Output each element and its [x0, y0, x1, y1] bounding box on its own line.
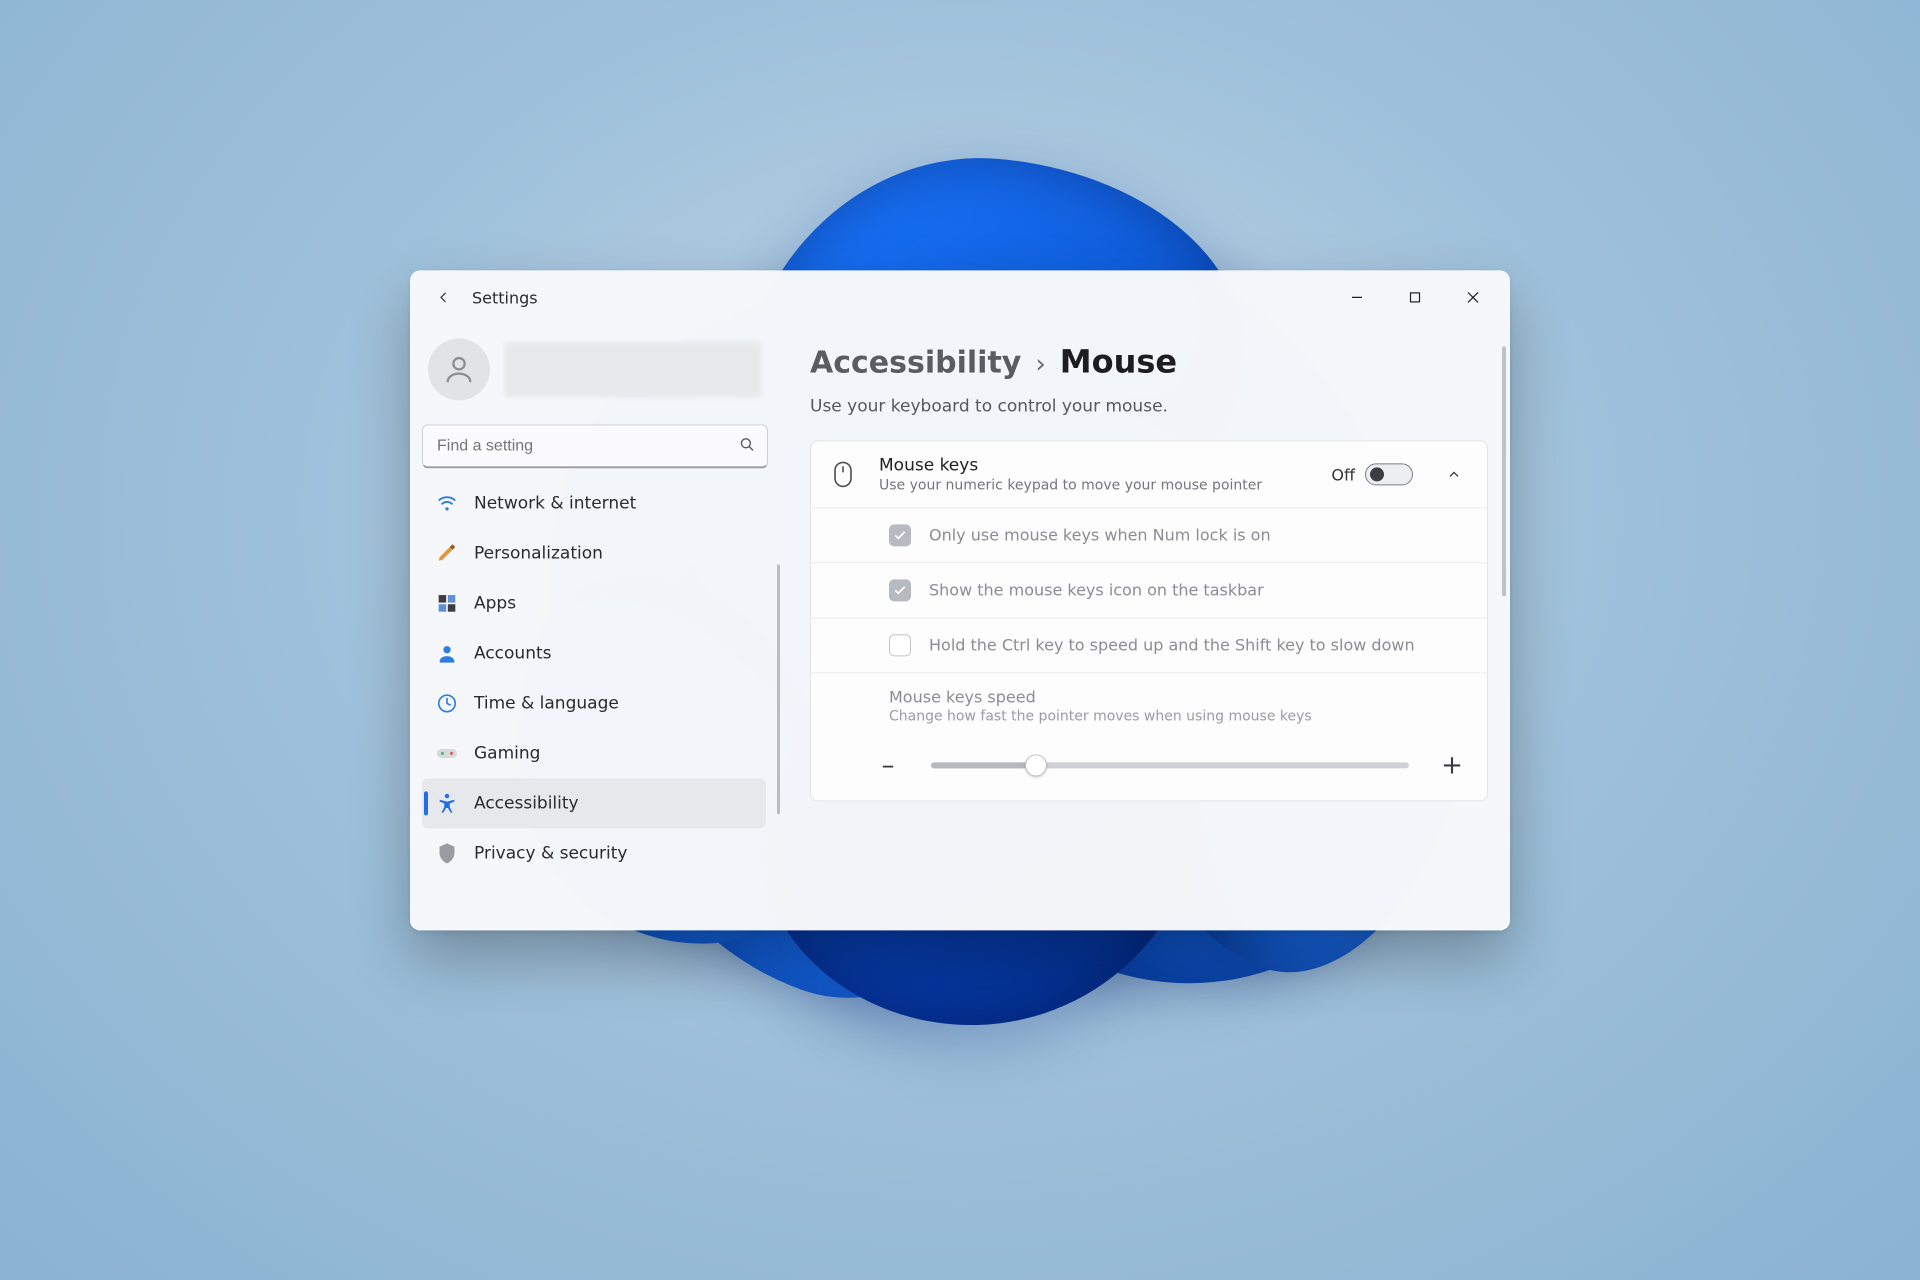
- maximize-button[interactable]: [1386, 275, 1444, 319]
- search-input[interactable]: [422, 424, 768, 468]
- arrow-left-icon: [435, 288, 453, 306]
- sidebar-item-personalization[interactable]: Personalization: [422, 528, 766, 578]
- speed-description: Change how fast the pointer moves when u…: [889, 708, 1469, 724]
- toggle-state-label: Off: [1331, 465, 1355, 484]
- speed-title: Mouse keys speed: [889, 687, 1469, 706]
- slider-fill: [931, 762, 1036, 768]
- mouse-keys-speed-block: Mouse keys speed Change how fast the poi…: [811, 673, 1487, 730]
- sidebar-item-label: Accessibility: [474, 793, 579, 813]
- account-icon: [436, 642, 458, 664]
- mouse-icon: [829, 460, 857, 488]
- close-button[interactable]: [1444, 275, 1502, 319]
- mouse-keys-title: Mouse keys: [879, 455, 1309, 475]
- minimize-icon: [1351, 291, 1363, 303]
- option-taskbar-icon-row[interactable]: Show the mouse keys icon on the taskbar: [811, 563, 1487, 618]
- option-label: Show the mouse keys icon on the taskbar: [929, 579, 1469, 601]
- sidebar-item-label: Accounts: [474, 643, 552, 663]
- checkbox-taskbar-icon[interactable]: [889, 579, 911, 601]
- maximize-icon: [1409, 291, 1421, 303]
- titlebar: Settings: [410, 270, 1510, 324]
- collapse-button[interactable]: [1439, 459, 1469, 489]
- chevron-up-icon: [1446, 466, 1462, 482]
- shield-icon: [436, 842, 458, 864]
- paintbrush-icon: [436, 542, 458, 564]
- sidebar-item-label: Network & internet: [474, 493, 636, 513]
- sidebar-item-accessibility[interactable]: Accessibility: [422, 778, 766, 828]
- sidebar-item-network[interactable]: Network & internet: [422, 478, 766, 528]
- content-pane: Accessibility › Mouse Use your keyboard …: [780, 324, 1510, 930]
- option-label: Only use mouse keys when Num lock is on: [929, 524, 1469, 546]
- speed-decrease-button[interactable]: –: [871, 748, 905, 782]
- sidebar-item-accounts[interactable]: Accounts: [422, 628, 766, 678]
- gamepad-icon: [436, 742, 458, 764]
- chevron-right-icon: ›: [1035, 349, 1045, 379]
- clock-globe-icon: [436, 692, 458, 714]
- mouse-keys-card: Mouse keys Use your numeric keypad to mo…: [810, 440, 1488, 801]
- option-ctrl-shift-row[interactable]: Hold the Ctrl key to speed up and the Sh…: [811, 618, 1487, 673]
- checkbox-numlock[interactable]: [889, 524, 911, 546]
- slider-thumb[interactable]: [1025, 754, 1047, 776]
- sidebar-item-privacy[interactable]: Privacy & security: [422, 828, 766, 878]
- checkbox-ctrl-shift[interactable]: [889, 634, 911, 656]
- person-icon: [442, 352, 476, 386]
- sidebar: Network & internet Personalization Apps: [410, 324, 780, 930]
- page-title: Mouse: [1060, 342, 1177, 380]
- speed-slider-row: – +: [811, 730, 1487, 800]
- wifi-icon: [436, 492, 458, 514]
- minimize-button[interactable]: [1328, 275, 1386, 319]
- content-scrollbar[interactable]: [1502, 346, 1506, 596]
- search-icon: [738, 435, 756, 457]
- speed-increase-button[interactable]: +: [1435, 748, 1469, 782]
- sidebar-item-label: Gaming: [474, 743, 540, 763]
- option-numlock-row[interactable]: Only use mouse keys when Num lock is on: [811, 508, 1487, 563]
- back-button[interactable]: [426, 279, 462, 315]
- sidebar-item-label: Personalization: [474, 543, 603, 563]
- settings-window: Settings: [410, 270, 1510, 930]
- breadcrumb: Accessibility › Mouse: [810, 342, 1488, 380]
- mouse-keys-description: Use your numeric keypad to move your mou…: [879, 477, 1309, 493]
- sidebar-item-time-language[interactable]: Time & language: [422, 678, 766, 728]
- nav-list[interactable]: Network & internet Personalization Apps: [422, 478, 768, 930]
- sidebar-item-label: Apps: [474, 593, 516, 613]
- account-name-redacted: [504, 341, 762, 397]
- breadcrumb-parent[interactable]: Accessibility: [810, 345, 1021, 380]
- speed-slider[interactable]: [931, 762, 1409, 768]
- option-label: Hold the Ctrl key to speed up and the Sh…: [929, 634, 1469, 656]
- sidebar-item-gaming[interactable]: Gaming: [422, 728, 766, 778]
- sidebar-item-label: Time & language: [474, 693, 619, 713]
- search-container: [422, 424, 768, 468]
- account-header[interactable]: [422, 332, 768, 418]
- mouse-keys-header[interactable]: Mouse keys Use your numeric keypad to mo…: [811, 441, 1487, 508]
- page-subtitle: Use your keyboard to control your mouse.: [810, 396, 1488, 416]
- sidebar-item-label: Privacy & security: [474, 843, 628, 863]
- close-icon: [1467, 291, 1479, 303]
- avatar: [428, 338, 490, 400]
- apps-icon: [436, 592, 458, 614]
- mouse-keys-toggle[interactable]: [1365, 463, 1413, 485]
- sidebar-item-apps[interactable]: Apps: [422, 578, 766, 628]
- accessibility-icon: [436, 792, 458, 814]
- window-title: Settings: [472, 288, 538, 307]
